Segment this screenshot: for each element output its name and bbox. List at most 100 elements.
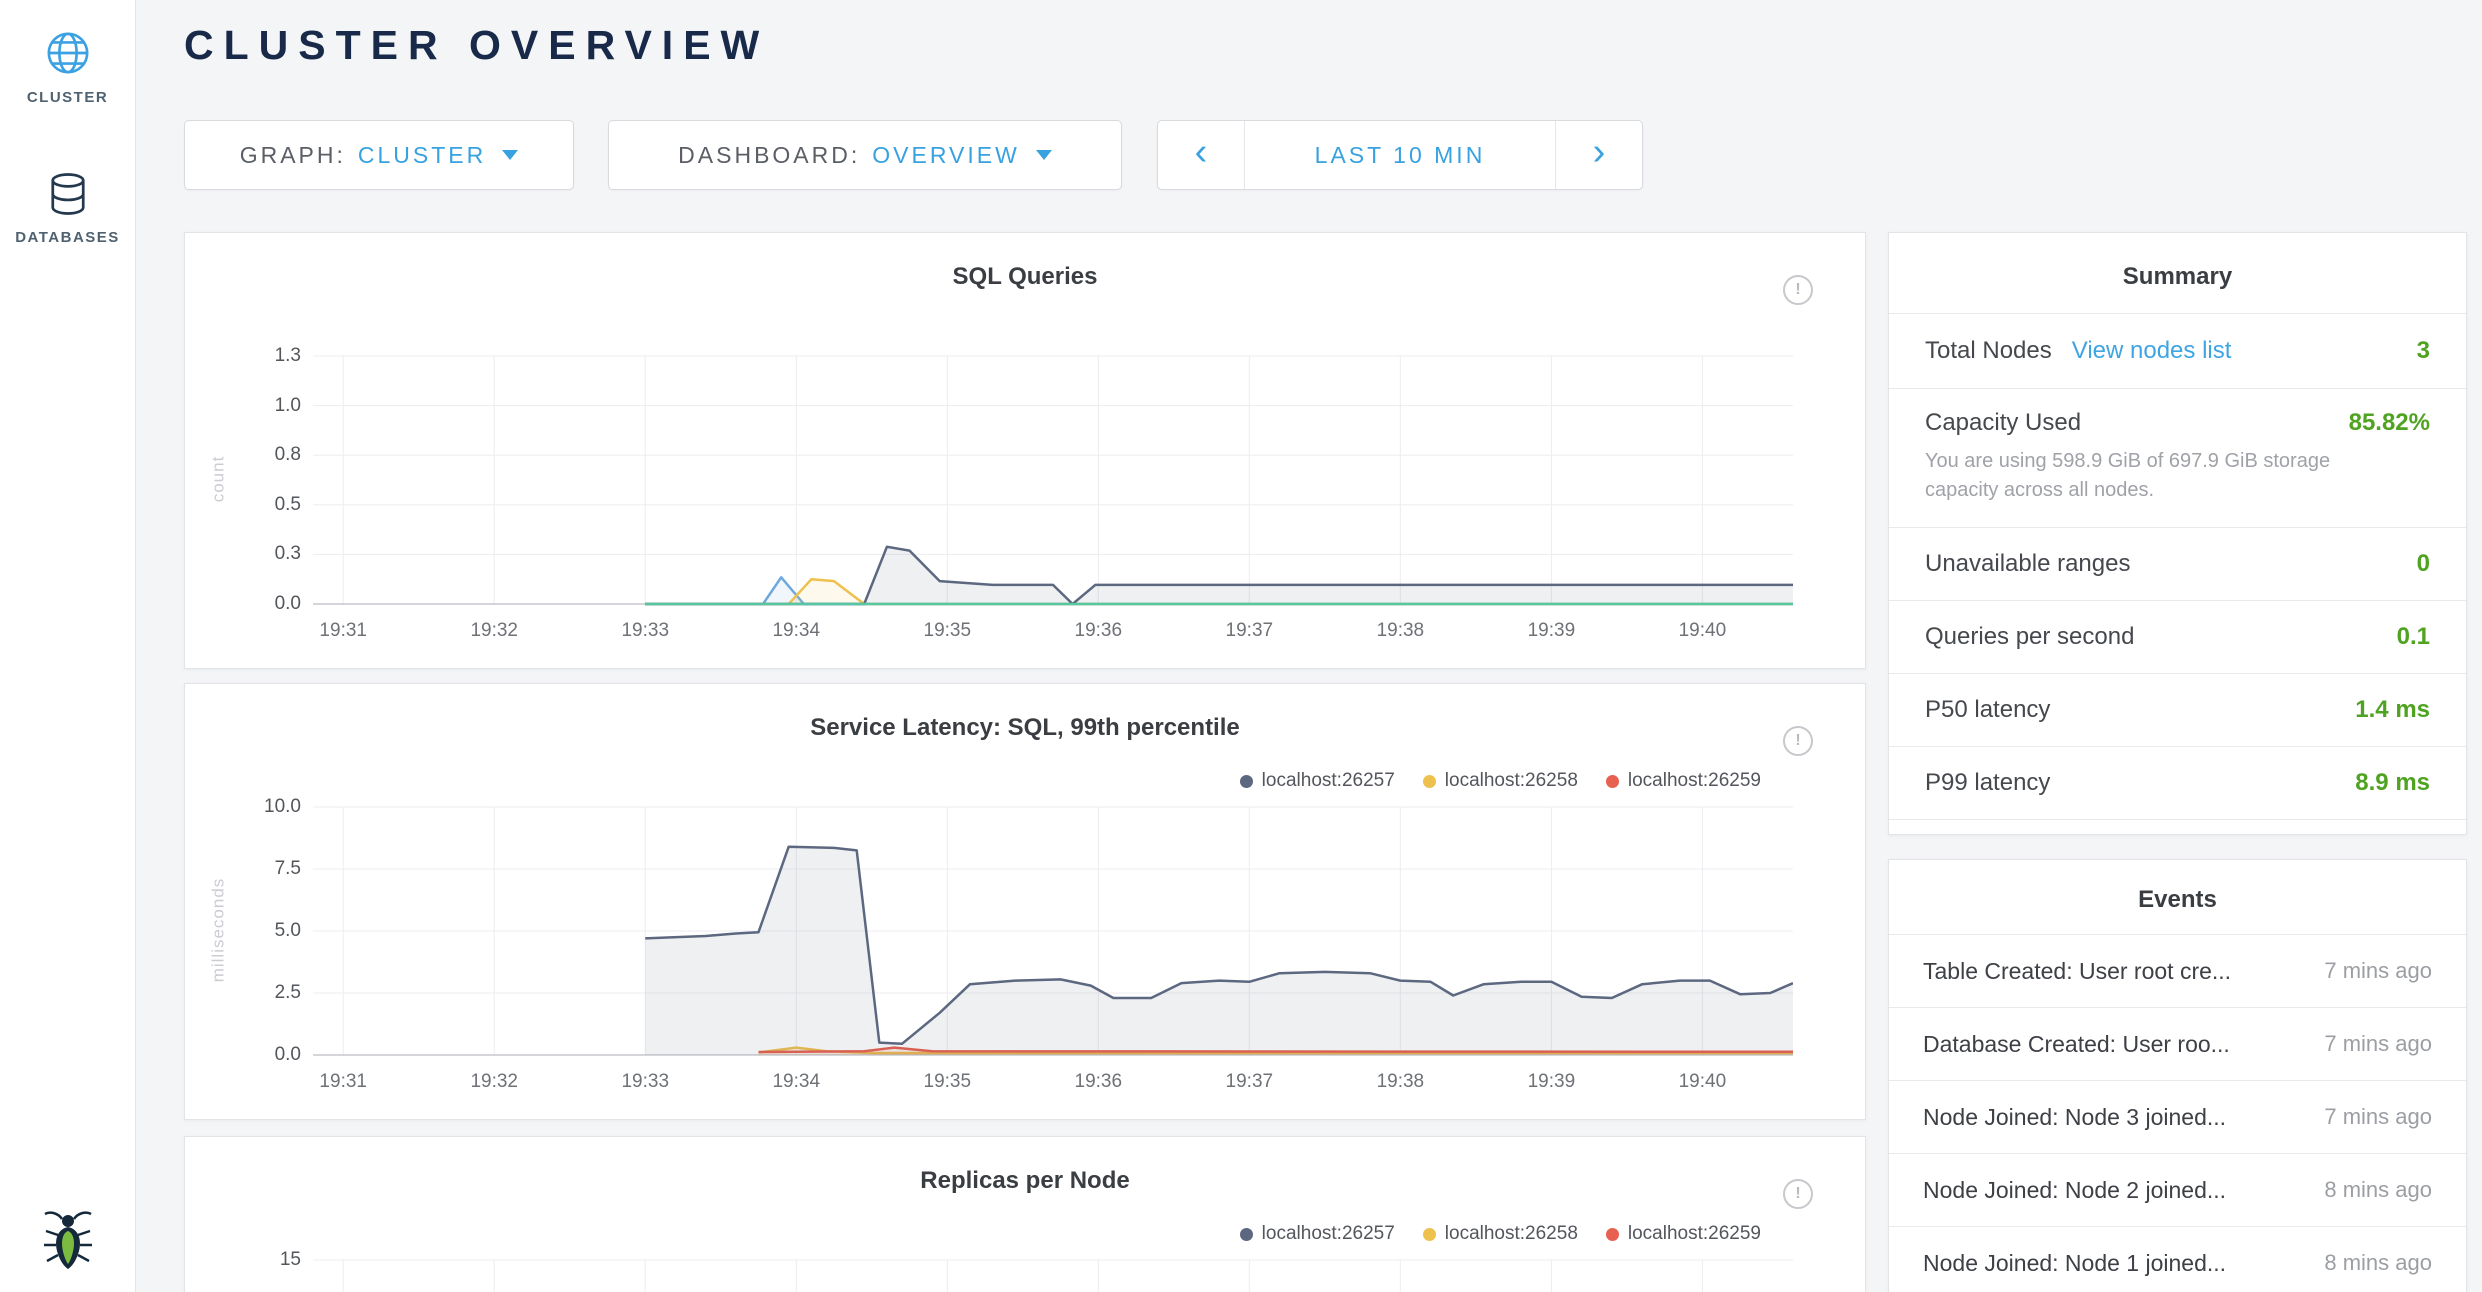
- x-axis-label: 19:40: [1679, 1071, 1727, 1093]
- chart-card-replicas-per-node: Replicas per Node ! localhost:26257 local…: [184, 1136, 1866, 1292]
- legend-item[interactable]: localhost:26258: [1423, 770, 1578, 792]
- sidebar-item-cluster[interactable]: CLUSTER: [0, 30, 135, 106]
- summary-label: P50 latency: [1925, 696, 2050, 724]
- chart-title: Replicas per Node: [185, 1167, 1865, 1195]
- panel-title: Events: [1889, 860, 2466, 935]
- summary-label: Capacity Used: [1925, 409, 2081, 437]
- chart-plot: 0.00.30.50.81.01.3 19:3119:3219:3319:341…: [313, 348, 1793, 610]
- y-axis-label: 7.5: [275, 858, 301, 880]
- info-glyph: !: [1795, 1185, 1800, 1203]
- dashboard-dropdown-label: DASHBOARD:: [678, 142, 860, 169]
- sidebar-item-label: CLUSTER: [0, 89, 135, 106]
- summary-label: Unavailable ranges: [1925, 550, 2130, 578]
- cockroachdb-logo[interactable]: [42, 1207, 94, 1276]
- legend-item[interactable]: localhost:26259: [1606, 770, 1761, 792]
- graph-dropdown-value: CLUSTER: [358, 142, 486, 169]
- legend-item[interactable]: localhost:26258: [1423, 1223, 1578, 1245]
- dashboard-dropdown-value: OVERVIEW: [872, 142, 1020, 169]
- chart-legend: localhost:26257 localhost:26258 localhost:…: [1240, 770, 1761, 792]
- capacity-note: You are using 598.9 GiB of 697.9 GiB sto…: [1925, 447, 2430, 505]
- summary-value: 0.1: [2397, 623, 2430, 651]
- x-axis-label: 19:40: [1679, 620, 1727, 642]
- event-row: Node Joined: Node 2 joined... 8 mins ago: [1889, 1154, 2466, 1227]
- summary-label: P99 latency: [1925, 769, 2050, 797]
- time-window-label[interactable]: LAST 10 MIN: [1245, 121, 1555, 189]
- graph-dropdown[interactable]: GRAPH: CLUSTER: [184, 120, 574, 190]
- event-text: Table Created: User root cre...: [1923, 958, 2231, 985]
- y-axis-label: 1.3: [275, 345, 301, 367]
- y-axis-label: 2.5: [275, 982, 301, 1004]
- y-axis-label: 0.3: [275, 543, 301, 565]
- x-axis-label: 19:31: [319, 1071, 367, 1093]
- legend-label: localhost:26257: [1262, 1223, 1395, 1245]
- summary-row-unavailable-ranges: Unavailable ranges 0: [1889, 528, 2466, 601]
- x-axis-label: 19:34: [772, 1071, 820, 1093]
- x-axis-label: 19:39: [1528, 1071, 1576, 1093]
- y-axis-label: 0.5: [275, 494, 301, 516]
- legend-item[interactable]: localhost:26257: [1240, 1223, 1395, 1245]
- summary-panel: Summary Total Nodes View nodes list 3 Ca…: [1888, 232, 2467, 835]
- y-axis-label: 5.0: [275, 920, 301, 942]
- x-axis-label: 19:38: [1377, 1071, 1425, 1093]
- legend-item[interactable]: localhost:26257: [1240, 770, 1395, 792]
- x-axis-label: 19:33: [621, 620, 669, 642]
- chart-plot: 15 19:3119:3219:3319:3419:3519:3619:3719…: [313, 1252, 1793, 1292]
- chart-canvas: [313, 348, 1793, 610]
- event-time: 7 mins ago: [2308, 1031, 2432, 1057]
- chart-title: SQL Queries: [185, 263, 1865, 291]
- x-axis-label: 19:35: [924, 620, 972, 642]
- chart-canvas: [313, 799, 1793, 1061]
- y-axis-label: 1.0: [275, 395, 301, 417]
- chevron-down-icon: [502, 150, 518, 160]
- legend-item[interactable]: localhost:26259: [1606, 1223, 1761, 1245]
- y-axis-unit: [201, 1252, 235, 1292]
- summary-row-queries-per-second: Queries per second 0.1: [1889, 601, 2466, 674]
- info-glyph: !: [1795, 732, 1800, 750]
- legend-dot: [1423, 1228, 1436, 1241]
- view-nodes-link[interactable]: View nodes list: [2072, 337, 2232, 365]
- y-axis-label: 0.8: [275, 444, 301, 466]
- graph-dropdown-label: GRAPH:: [240, 142, 346, 169]
- x-axis-label: 19:32: [470, 1071, 518, 1093]
- x-axis-label: 19:31: [319, 620, 367, 642]
- dashboard-dropdown[interactable]: DASHBOARD: OVERVIEW: [608, 120, 1122, 190]
- y-axis-label: 15: [280, 1249, 301, 1271]
- summary-row-p50-latency: P50 latency 1.4 ms: [1889, 674, 2466, 747]
- info-glyph: !: [1795, 281, 1800, 299]
- info-icon[interactable]: !: [1783, 275, 1813, 305]
- event-text: Node Joined: Node 3 joined...: [1923, 1104, 2226, 1131]
- panel-title: Summary: [1889, 233, 2466, 314]
- y-axis-label: 0.0: [275, 593, 301, 615]
- legend-label: localhost:26259: [1628, 770, 1761, 792]
- event-row: Node Joined: Node 3 joined... 7 mins ago: [1889, 1081, 2466, 1154]
- summary-row-capacity: Capacity Used 85.82% You are using 598.9…: [1889, 389, 2466, 528]
- sidebar-item-databases[interactable]: DATABASES: [0, 172, 135, 246]
- summary-value: 1.4 ms: [2355, 696, 2430, 724]
- info-icon[interactable]: !: [1783, 1179, 1813, 1209]
- legend-dot: [1240, 1228, 1253, 1241]
- time-next-button[interactable]: ›: [1555, 121, 1642, 189]
- summary-row-p99-latency: P99 latency 8.9 ms: [1889, 747, 2466, 820]
- legend-dot: [1240, 775, 1253, 788]
- x-axis-label: 19:36: [1075, 1071, 1123, 1093]
- page-title: CLUSTER OVERVIEW: [184, 22, 769, 69]
- summary-value: 8.9 ms: [2355, 769, 2430, 797]
- chevron-down-icon: [1036, 150, 1052, 160]
- y-axis-label: 10.0: [264, 796, 301, 818]
- app-root: CLUSTER DATABASES CLUSTER OVERVIEW GRAPH: [0, 0, 2482, 1292]
- chart-plot: 0.02.55.07.510.0 19:3119:3219:3319:3419:…: [313, 799, 1793, 1061]
- x-axis-label: 19:39: [1528, 620, 1576, 642]
- event-text: Node Joined: Node 1 joined...: [1923, 1250, 2226, 1277]
- events-panel: Events Table Created: User root cre... 7…: [1888, 859, 2467, 1292]
- event-text: Node Joined: Node 2 joined...: [1923, 1177, 2226, 1204]
- time-prev-button[interactable]: ‹: [1158, 121, 1245, 189]
- event-time: 8 mins ago: [2308, 1250, 2432, 1276]
- legend-label: localhost:26258: [1445, 770, 1578, 792]
- sidebar-item-label: DATABASES: [0, 229, 135, 246]
- summary-label: Queries per second: [1925, 623, 2134, 651]
- chart-card-service-latency: Service Latency: SQL, 99th percentile ! …: [184, 683, 1866, 1120]
- event-row: Table Created: User root cre... 7 mins a…: [1889, 935, 2466, 1008]
- x-axis: 19:3119:3219:3319:3419:3519:3619:3719:38…: [313, 620, 1793, 650]
- cockroach-bug-icon: [42, 1207, 94, 1271]
- info-icon[interactable]: !: [1783, 726, 1813, 756]
